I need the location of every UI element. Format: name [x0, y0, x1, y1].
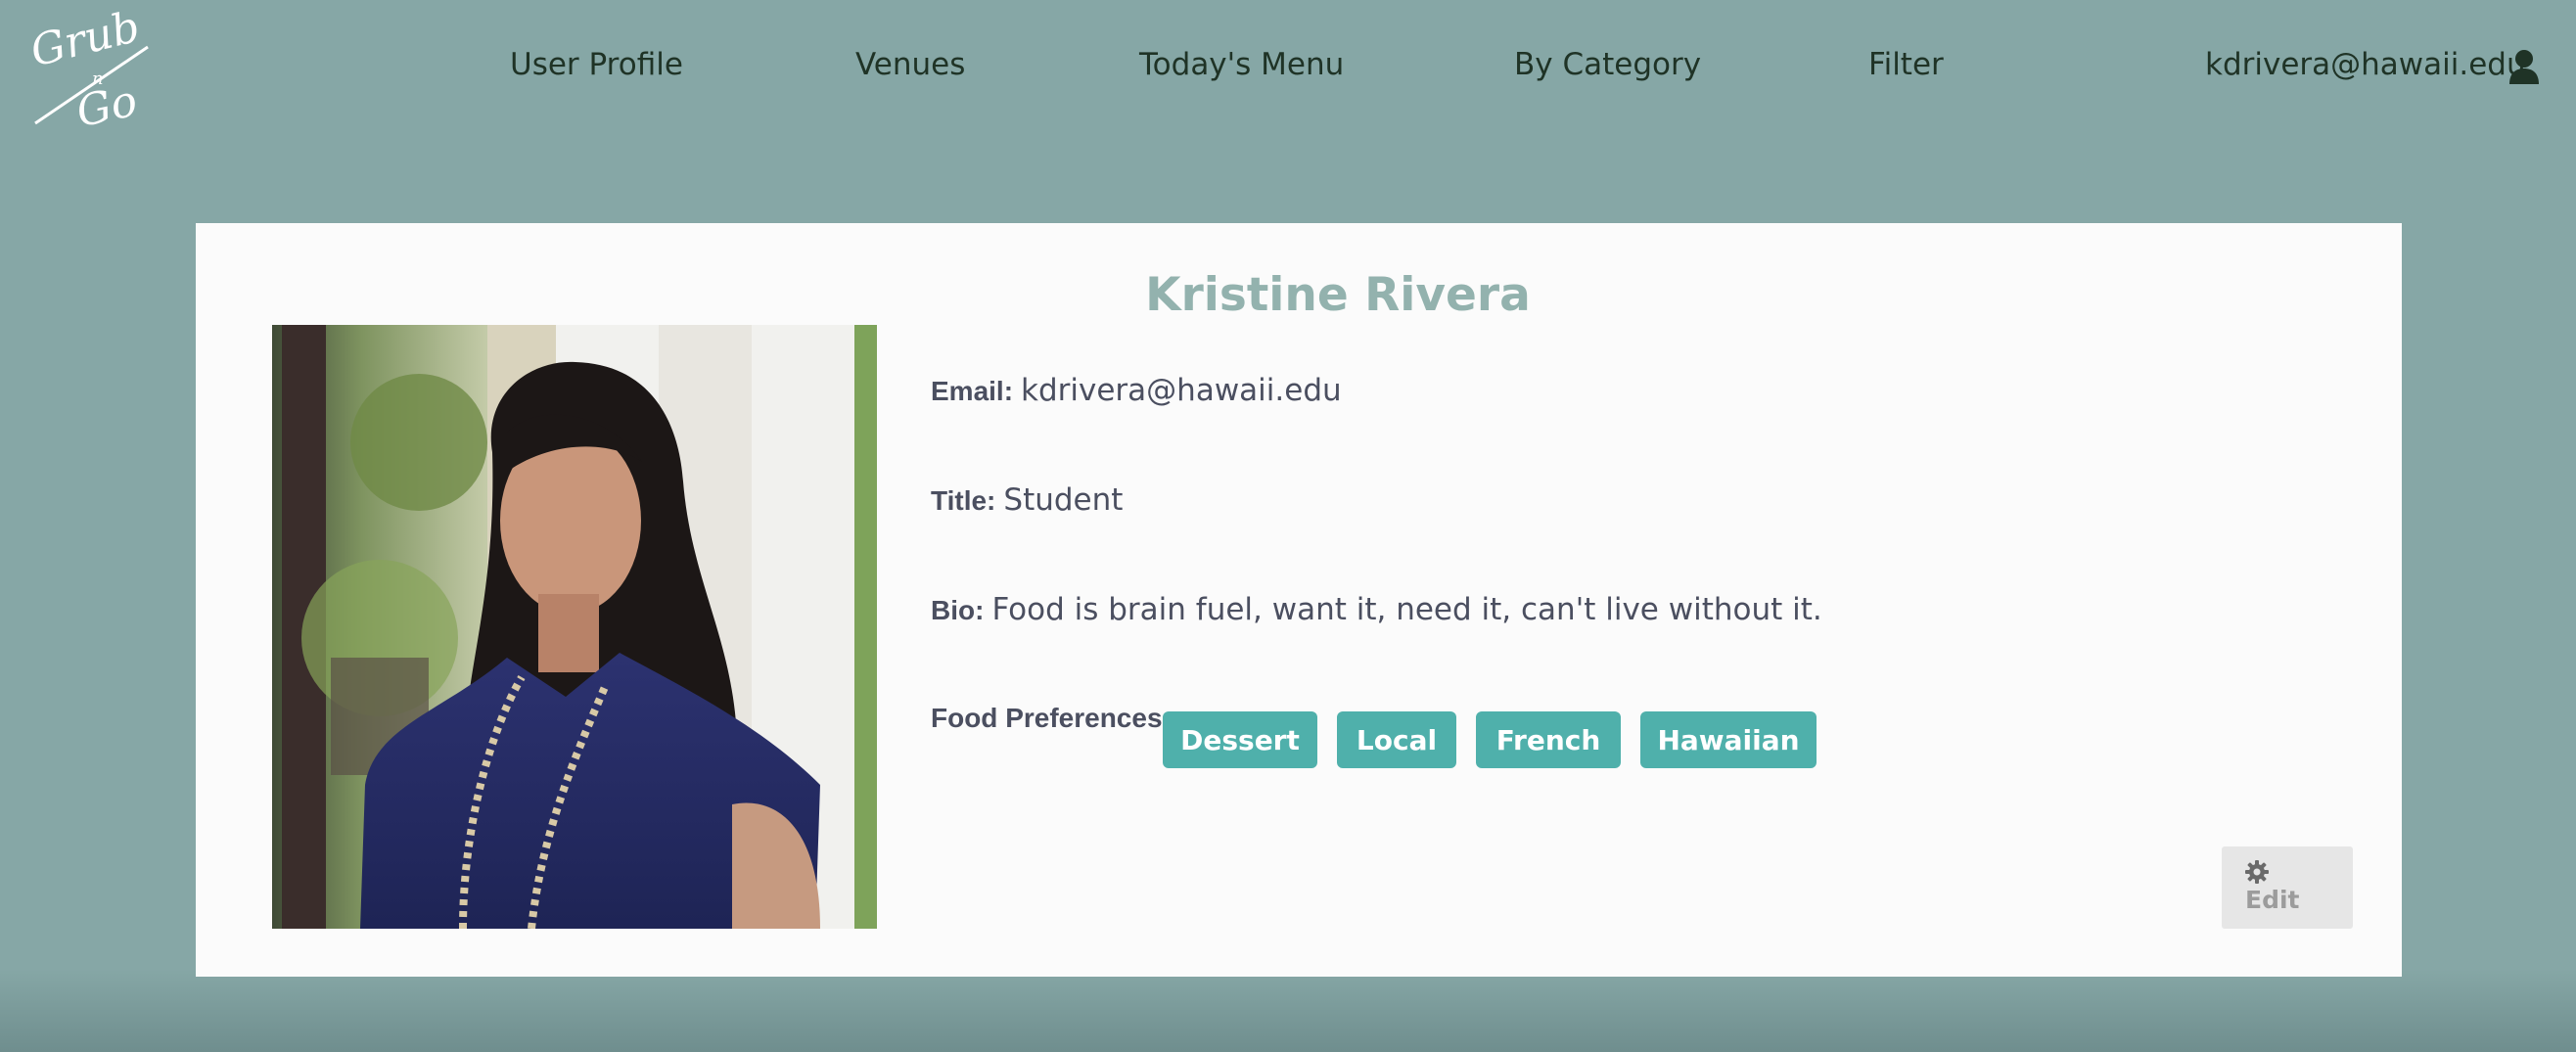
email-value: kdrivera@hawaii.edu — [1021, 373, 1342, 408]
profile-name: Kristine Rivera — [1145, 268, 1531, 322]
bio-label: Bio: — [931, 595, 985, 625]
nav-filter[interactable]: Filter — [1868, 47, 1944, 82]
profile-card: Kristine Rivera Email: kdrivera@hawaii.e… — [196, 223, 2402, 977]
title-row: Title: Student — [931, 482, 1123, 518]
nav-todays-menu[interactable]: Today's Menu — [1139, 47, 1344, 82]
grub-n-go-logo[interactable]: Grub n Go — [25, 8, 162, 133]
user-menu-email[interactable]: kdrivera@hawaii.edu — [2205, 47, 2526, 82]
preference-tag-local[interactable]: Local — [1337, 711, 1456, 768]
edit-button[interactable]: Edit — [2222, 846, 2353, 929]
nav-by-category[interactable]: By Category — [1514, 47, 1701, 82]
user-icon[interactable] — [2508, 49, 2540, 84]
logo-text-grub: Grub — [25, 8, 145, 77]
title-label: Title: — [931, 485, 996, 516]
bio-value: Food is brain fuel, want it, need it, ca… — [991, 592, 1822, 627]
food-preferences-label: Food Preferences: — [931, 703, 1172, 733]
bio-row: Bio: Food is brain fuel, want it, need it… — [931, 592, 1822, 627]
title-value: Student — [1003, 482, 1124, 518]
gear-icon — [2245, 860, 2269, 884]
preference-tag-dessert[interactable]: Dessert — [1163, 711, 1317, 768]
nav-user-profile[interactable]: User Profile — [510, 47, 683, 82]
email-label: Email: — [931, 376, 1014, 406]
preference-tag-hawaiian[interactable]: Hawaiian — [1640, 711, 1817, 768]
email-row: Email: kdrivera@hawaii.edu — [931, 373, 1342, 408]
edit-label: Edit — [2245, 886, 2300, 914]
preference-tag-french[interactable]: French — [1476, 711, 1621, 768]
profile-photo — [272, 325, 877, 929]
logo-text-go: Go — [72, 76, 142, 133]
nav-venues[interactable]: Venues — [855, 47, 965, 82]
